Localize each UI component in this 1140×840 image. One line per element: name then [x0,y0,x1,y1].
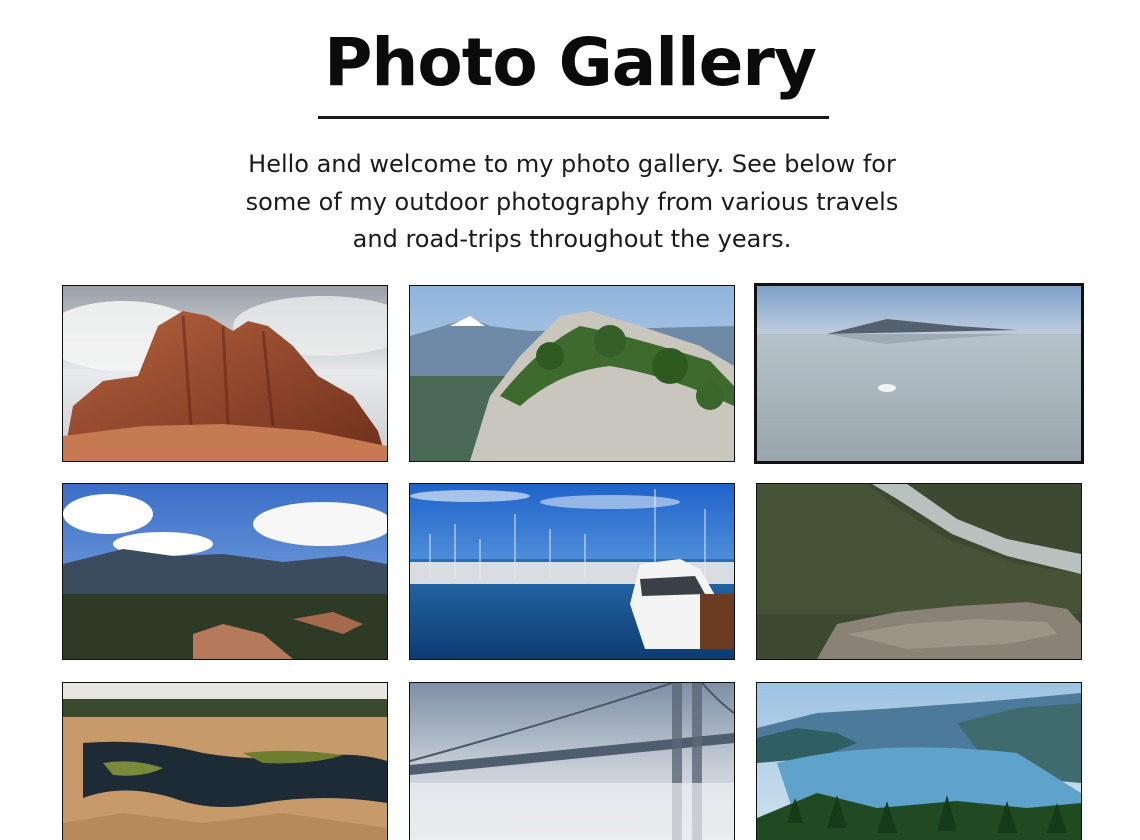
river-valley-image [757,484,1081,659]
title-divider [318,116,829,119]
page-title: Photo Gallery [324,24,817,101]
gallery-photo-river-valley[interactable] [756,483,1082,660]
gallery-photo-granite-cliff[interactable] [409,285,735,462]
gallery-photo-rock-pools[interactable] [62,682,388,840]
gallery-photo-red-rock[interactable] [62,285,388,462]
marina-image [410,484,734,659]
gallery-photo-marina[interactable] [409,483,735,660]
gallery-photo-bridge-fog[interactable] [409,682,735,840]
granite-cliff-image [410,286,734,461]
red-rock-image [63,286,387,461]
lake-fjord-image [757,683,1081,840]
gallery-photo-salt-flats[interactable] [754,283,1084,464]
mountains-image [63,484,387,659]
rock-pools-image [63,683,387,840]
bridge-fog-image [410,683,734,840]
gallery-photo-lake-fjord[interactable] [756,682,1082,840]
salt-flats-image [757,286,1081,461]
gallery-photo-mountains[interactable] [62,483,388,660]
intro-text: Hello and welcome to my photo gallery. S… [245,150,899,253]
